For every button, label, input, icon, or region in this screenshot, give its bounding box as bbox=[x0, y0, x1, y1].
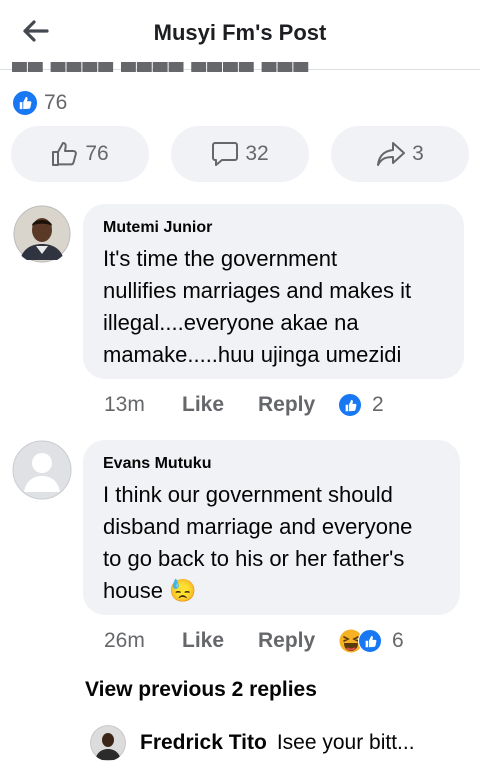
like-reaction-icon bbox=[338, 393, 362, 417]
comment-reaction-count: 2 bbox=[372, 393, 384, 416]
comment-meta: 13m Like Reply 2 bbox=[104, 393, 384, 417]
clipped-post-text: ▄▄ ▄▄▄▄ ▄▄▄▄ ▄▄▄▄ ▄▄▄ ▄▄▄▄▄▄▄ bbox=[12, 62, 352, 72]
comment-bubble[interactable]: Mutemi Junior It's time the government n… bbox=[83, 204, 464, 379]
comment-text: It's time the government nullifies marri… bbox=[103, 246, 412, 367]
comment-reply-button[interactable]: Reply bbox=[258, 393, 338, 417]
comment-reactions[interactable]: 6 bbox=[338, 628, 404, 654]
avatar[interactable] bbox=[90, 725, 126, 761]
reply-author[interactable]: Fredrick Tito bbox=[140, 731, 267, 755]
comment-count: 32 bbox=[245, 142, 269, 165]
page-title: Musyi Fm's Post bbox=[153, 20, 327, 45]
comment-meta: 26m Like Reply 6 bbox=[104, 628, 404, 654]
comment-time[interactable]: 26m bbox=[104, 629, 182, 653]
comment-author[interactable]: Mutemi Junior bbox=[103, 219, 444, 237]
comment-like-button[interactable]: Like bbox=[182, 393, 258, 417]
like-reaction-icon bbox=[12, 90, 38, 116]
share-button[interactable]: 3 bbox=[331, 126, 469, 182]
avatar[interactable] bbox=[12, 204, 72, 264]
comment-reactions[interactable]: 2 bbox=[338, 393, 384, 417]
view-previous-replies-link[interactable]: View previous 2 replies bbox=[85, 678, 317, 702]
like-button[interactable]: 76 bbox=[11, 126, 149, 182]
comment-icon bbox=[212, 142, 239, 166]
comment-bubble[interactable]: Evans Mutuku I think our government shou… bbox=[83, 440, 460, 615]
like-count: 76 bbox=[85, 142, 109, 165]
top-bar: Musyi Fm's Post bbox=[0, 0, 480, 70]
sweat-emoji-icon: 😓 bbox=[169, 578, 197, 603]
comment-reaction-count: 6 bbox=[392, 629, 404, 652]
avatar[interactable] bbox=[12, 440, 72, 500]
comment-reply-button[interactable]: Reply bbox=[258, 629, 338, 653]
comment-text: I think our government should disband ma… bbox=[103, 482, 413, 603]
reaction-count: 76 bbox=[44, 91, 68, 114]
post-action-bar: 76 32 3 bbox=[11, 126, 469, 182]
comment-author[interactable]: Evans Mutuku bbox=[103, 455, 440, 473]
reaction-summary[interactable]: 76 bbox=[12, 90, 67, 116]
comment-time[interactable]: 13m bbox=[104, 393, 182, 417]
like-reaction-icon bbox=[358, 629, 382, 653]
reply-snippet: Isee your bitt... bbox=[276, 731, 415, 754]
share-count: 3 bbox=[412, 142, 424, 165]
comment-button[interactable]: 32 bbox=[171, 126, 309, 182]
comment-like-button[interactable]: Like bbox=[182, 629, 258, 653]
share-icon bbox=[377, 142, 406, 166]
thumbs-up-icon bbox=[52, 142, 78, 166]
reply-preview[interactable]: Fredrick Tito Isee your bitt... bbox=[90, 725, 470, 761]
